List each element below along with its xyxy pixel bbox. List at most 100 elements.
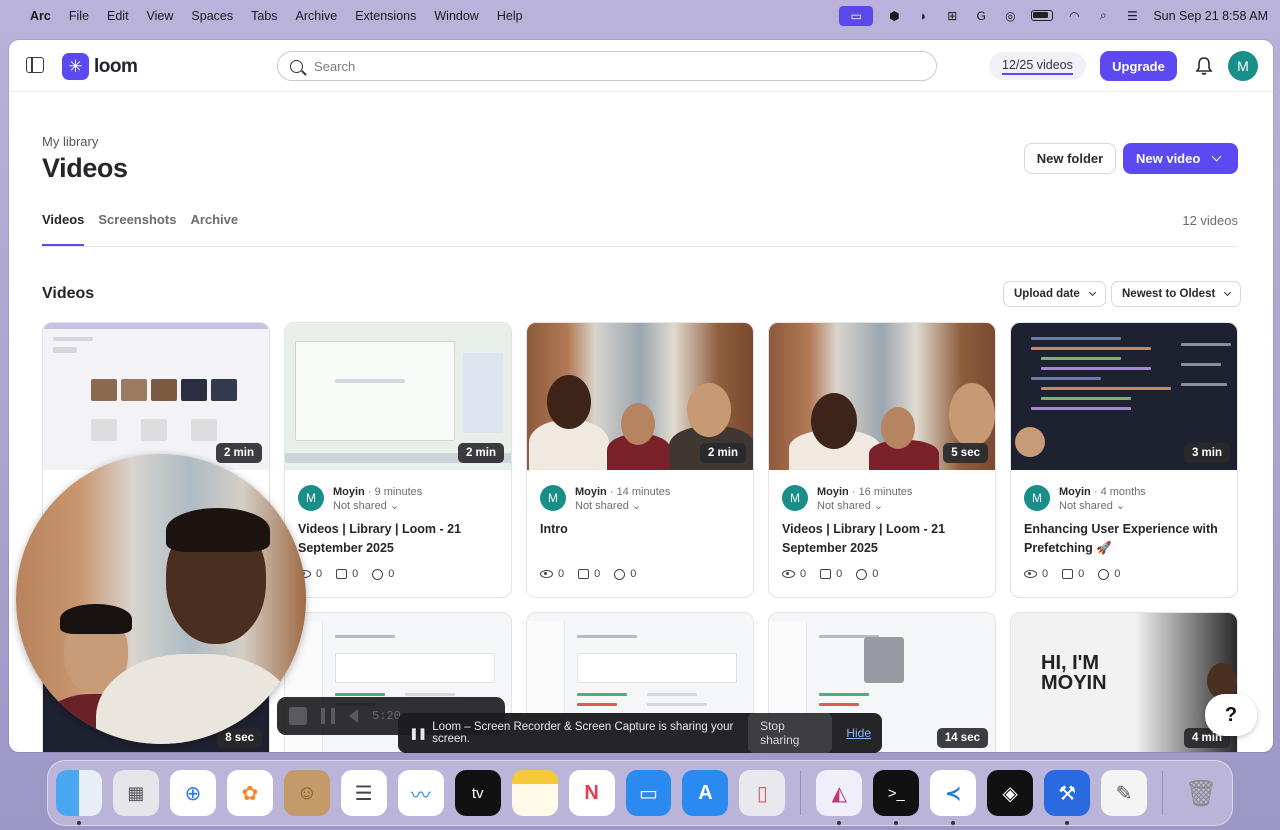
stop-sharing-button[interactable]: Stop sharing — [748, 713, 833, 753]
restart-icon[interactable] — [349, 709, 358, 723]
textedit-icon[interactable]: ✎ — [1101, 770, 1148, 816]
hide-link[interactable]: Hide — [846, 726, 871, 740]
sharing-status[interactable]: Not shared — [575, 500, 629, 512]
video-thumbnail[interactable]: 2 min — [527, 323, 753, 470]
breadcrumb[interactable]: My library — [42, 134, 98, 149]
upgrade-button[interactable]: Upgrade — [1100, 51, 1177, 81]
apple-tv-icon[interactable]: tv — [454, 770, 501, 816]
duration-badge: 2 min — [457, 443, 504, 463]
affinity-icon[interactable]: ◭ — [816, 770, 863, 825]
grammarly-icon[interactable]: G — [973, 9, 989, 23]
help-button[interactable]: ? — [1205, 694, 1257, 736]
video-thumbnail[interactable]: 2 min — [285, 323, 511, 470]
tab-screenshots[interactable]: Screenshots — [98, 212, 176, 246]
tab-videos[interactable]: Videos — [42, 212, 85, 246]
safari-icon[interactable]: ⊕ — [169, 770, 216, 816]
photos-icon[interactable]: ✿ — [226, 770, 273, 816]
author-name[interactable]: Moyin — [1059, 486, 1091, 498]
duration-badge: 3 min — [1183, 443, 1230, 463]
terminal-icon[interactable]: >_ — [873, 770, 920, 825]
loom-logo[interactable]: ✳ loom — [62, 53, 138, 80]
menu-spaces[interactable]: Spaces — [191, 9, 233, 23]
menu-app-name[interactable]: Arc — [30, 9, 51, 23]
stop-recording-icon[interactable] — [289, 707, 307, 725]
menu-tabs[interactable]: Tabs — [251, 9, 277, 23]
camera-bubble[interactable] — [16, 454, 306, 744]
author-avatar[interactable]: M — [782, 485, 808, 511]
bell-icon[interactable] — [1195, 56, 1213, 76]
menu-extensions[interactable]: Extensions — [355, 9, 416, 23]
sharing-status[interactable]: Not shared — [333, 500, 387, 512]
video-card[interactable]: 3 min M Moyin · 4 months Not shared ⌄ Enh… — [1010, 322, 1238, 598]
tab-archive[interactable]: Archive — [190, 212, 238, 246]
screen-share-status-icon[interactable]: ▭ — [839, 5, 874, 26]
video-card[interactable]: 2 min M Moyin · 9 minutes Not shared ⌄ Vi… — [284, 322, 512, 598]
video-thumbnail[interactable]: 2 min — [43, 323, 269, 470]
new-folder-button[interactable]: New folder — [1024, 143, 1116, 174]
author-name[interactable]: Moyin — [333, 486, 365, 498]
author-avatar[interactable]: M — [298, 485, 324, 511]
iphone-mirroring-icon[interactable]: ▯ — [739, 770, 786, 816]
video-quota-label: 12/25 videos — [1002, 58, 1073, 75]
news-icon[interactable]: N — [568, 770, 615, 816]
video-thumbnail[interactable]: HI, I'M MOYIN 4 min — [1011, 613, 1237, 752]
new-video-button[interactable]: New video — [1123, 143, 1238, 174]
video-title[interactable]: Intro — [540, 520, 745, 539]
airdrop-icon[interactable]: ◎ — [1002, 9, 1018, 23]
menu-file[interactable]: File — [69, 9, 89, 23]
xcode-icon[interactable]: ⚒ — [1044, 770, 1091, 825]
video-card[interactable]: 5 sec M Moyin · 16 minutes Not shared ⌄ V… — [768, 322, 996, 598]
notes-icon[interactable] — [511, 770, 558, 816]
comment-icon — [820, 569, 832, 579]
launchpad-icon[interactable]: ▦ — [112, 770, 159, 816]
finder-icon[interactable] — [56, 770, 102, 825]
vscode-icon[interactable]: ≺ — [930, 770, 977, 825]
pause-icon[interactable] — [321, 708, 335, 724]
keynote-icon[interactable]: ▭ — [625, 770, 672, 816]
sidebar-toggle-icon[interactable] — [26, 57, 44, 73]
video-quota-badge[interactable]: 12/25 videos — [989, 52, 1086, 80]
wifi-icon[interactable]: ◠ — [1066, 9, 1082, 23]
video-title[interactable]: Videos | Library | Loom - 21 September 2… — [782, 520, 987, 558]
author-avatar[interactable]: M — [1024, 485, 1050, 511]
video-title[interactable]: Videos | Library | Loom - 21 September 2… — [298, 520, 503, 558]
arc-icon[interactable]: ◗ — [915, 9, 931, 23]
sort-dropdown[interactable]: Newest to Oldest — [1111, 281, 1242, 307]
control-center-icon[interactable]: ☰ — [1124, 9, 1140, 23]
search-bar[interactable] — [277, 51, 937, 81]
video-thumbnail[interactable]: 5 sec — [769, 323, 995, 470]
author-avatar[interactable]: M — [540, 485, 566, 511]
author-name[interactable]: Moyin — [817, 486, 849, 498]
menu-window[interactable]: Window — [434, 9, 478, 23]
contacts-icon[interactable]: ☺ — [283, 770, 330, 816]
author-name[interactable]: Moyin — [575, 486, 607, 498]
reminders-icon[interactable]: ☰ — [340, 770, 387, 816]
search-input[interactable] — [314, 58, 894, 74]
comment-count: 0 — [594, 568, 601, 580]
cube-app-icon[interactable]: ◈ — [987, 770, 1034, 816]
menu-datetime[interactable]: Sun Sep 21 8:58 AM — [1153, 9, 1268, 23]
vpn-icon[interactable]: ⊞ — [944, 9, 960, 23]
battery-icon[interactable] — [1031, 10, 1054, 21]
user-avatar[interactable]: M — [1228, 51, 1258, 81]
video-card[interactable]: HI, I'M MOYIN 4 min — [1010, 612, 1238, 752]
view-count: 0 — [800, 568, 807, 580]
freeform-icon[interactable]: 〰 — [397, 770, 444, 816]
cube-icon[interactable]: ⬢ — [886, 9, 902, 23]
sharing-status[interactable]: Not shared — [1059, 500, 1113, 512]
trash-icon[interactable]: 🗑 — [1178, 770, 1224, 816]
menu-edit[interactable]: Edit — [107, 9, 129, 23]
video-thumbnail[interactable]: 3 min — [1011, 323, 1237, 470]
eye-icon — [540, 570, 553, 578]
menu-archive[interactable]: Archive — [296, 9, 338, 23]
duration-badge: 2 min — [215, 443, 262, 463]
filter-dropdown[interactable]: Upload date — [1003, 281, 1106, 307]
video-card[interactable]: 2 min M Moyin · 14 minutes Not shared ⌄ I… — [526, 322, 754, 598]
spotlight-search-icon[interactable]: ⌕ — [1095, 8, 1111, 23]
sharing-status[interactable]: Not shared — [817, 500, 871, 512]
app-store-icon[interactable]: A — [682, 770, 729, 816]
view-count: 0 — [316, 568, 323, 580]
video-title[interactable]: Enhancing User Experience with Prefetchi… — [1024, 520, 1229, 558]
menu-help[interactable]: Help — [497, 9, 523, 23]
menu-view[interactable]: View — [147, 9, 174, 23]
